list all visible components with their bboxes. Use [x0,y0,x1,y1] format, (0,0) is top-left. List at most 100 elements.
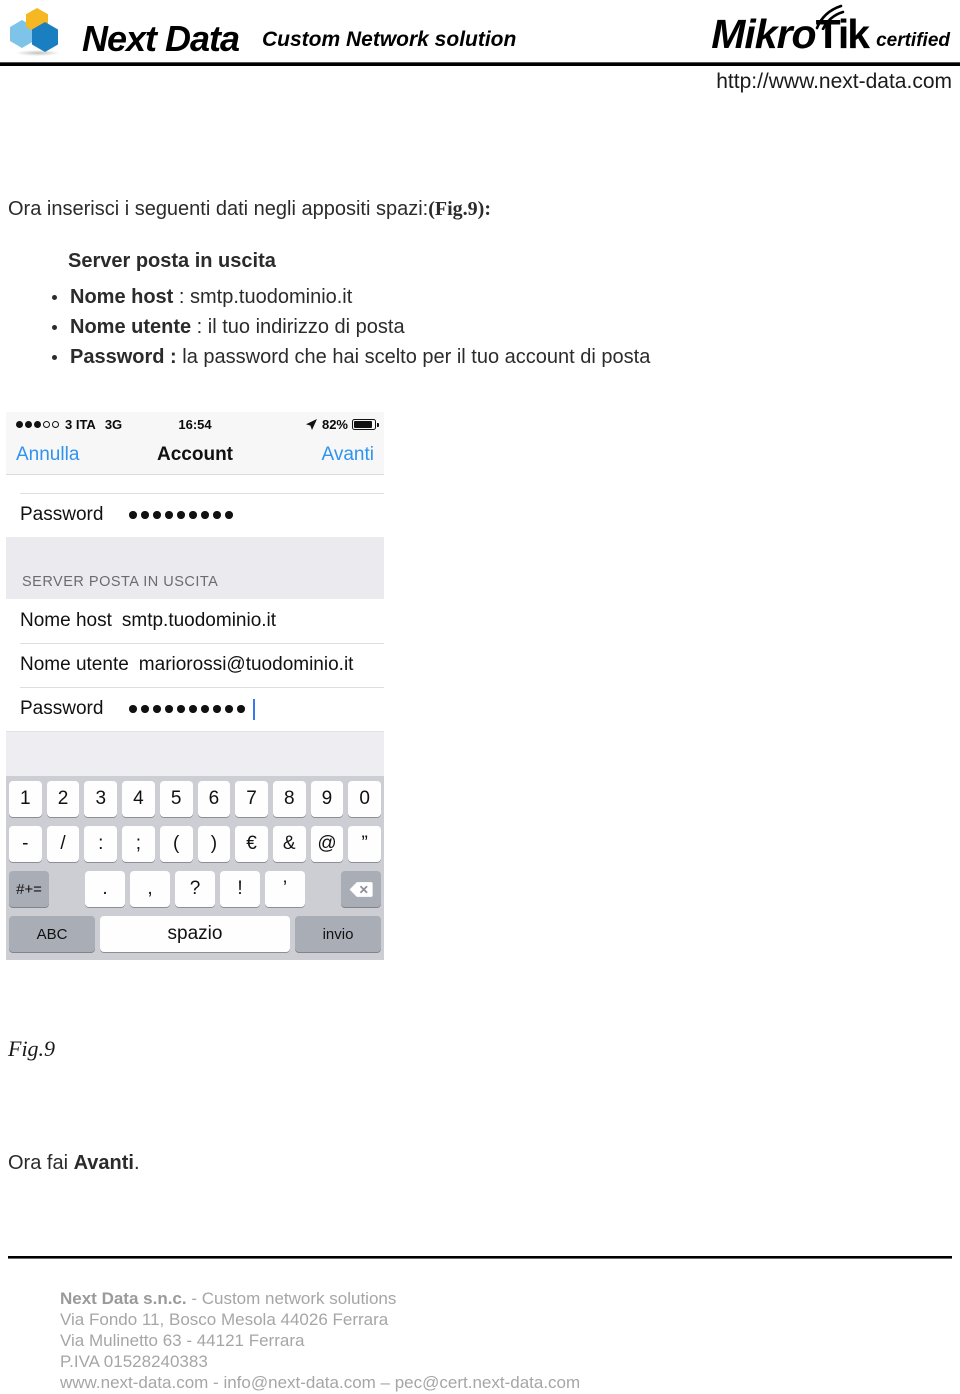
key-1[interactable]: 1 [8,781,42,817]
closing-suffix: . [133,1152,140,1174]
section-header-outgoing-server: SERVER POSTA IN USCITA [6,537,384,599]
key-paren-close[interactable]: ) [197,826,231,862]
brand-tagline: Custom Network solution [262,28,517,51]
closing-bold: Avanti [73,1152,134,1174]
closing-paragraph: Ora fai Avanti. [8,1152,140,1175]
next-data-logo-icon [8,6,68,62]
footer-address-1: Via Fondo 11, Bosco Mesola 44026 Ferrara [60,1310,389,1329]
bullet-label: Password : [70,346,177,368]
key-hyphen[interactable]: - [8,826,42,862]
outgoing-password-label: Password [20,698,104,719]
key-7[interactable]: 7 [235,781,268,817]
key-9[interactable]: 9 [310,781,344,817]
instruction-section-title: Server posta in uscita [68,250,276,272]
bullet-label: Nome utente [70,316,192,338]
bullet-value: il tuo indirizzo di posta [207,316,405,338]
hostname-label: Nome host [20,610,112,631]
backspace-glyph [349,881,373,897]
incoming-password-row[interactable]: Password [6,493,384,537]
logo-shadow [16,50,60,56]
key-8[interactable]: 8 [272,781,306,817]
bullet-value: la password che hai scelto per il tuo ac… [182,346,651,368]
clipped-username-row[interactable]: Nome utente mario@tuodominio.it [6,475,384,493]
wifi-arcs-icon [815,4,845,30]
hostname-row[interactable]: Nome host smtp.tuodominio.it [6,599,384,643]
keyboard-suggestion-bar[interactable] [6,731,384,776]
mikrotik-word-mikro: Mikro [711,11,816,57]
figure-caption: Fig.9 [8,1036,56,1061]
keyboard-row-punctuation: #+= . , ? ! ’ [9,871,381,907]
key-apostrophe[interactable]: ’ [265,871,305,907]
key-period[interactable]: . [85,871,125,907]
intro-text: Ora inserisci i seguenti dati negli appo… [8,198,429,220]
bullet-separator: : [191,316,208,338]
page-title: Account [157,444,233,465]
bullet-value: smtp.tuodominio.it [190,286,353,308]
footer-company-line: Next Data s.n.c. - Custom network soluti… [60,1288,580,1309]
key-paren-open[interactable]: ( [159,826,193,862]
bullet-separator: : [173,286,191,308]
key-comma[interactable]: , [130,871,170,907]
closing-prefix: Ora fai [8,1152,74,1174]
key-ampersand[interactable]: & [272,826,306,862]
username-value[interactable]: mariorossi@tuodominio.it [139,654,354,676]
username-label: Nome utente [20,654,129,675]
backspace-icon[interactable] [341,871,381,907]
list-item: Password : la password che hai scelto pe… [48,342,650,372]
on-screen-keyboard[interactable]: 1 2 3 4 5 6 7 8 9 0 - / : ; ( ) € & @ ” … [6,776,384,960]
key-2[interactable]: 2 [46,781,80,817]
intro-fig-reference: (Fig.9): [428,198,491,220]
key-6[interactable]: 6 [197,781,231,817]
text-cursor [253,698,256,720]
list-item: Nome utente : il tuo indirizzo di posta [48,312,650,342]
key-more-symbols[interactable]: #+= [9,871,49,907]
key-4[interactable]: 4 [122,781,155,817]
list-item: Nome host : smtp.tuodominio.it [48,282,650,312]
key-colon[interactable]: : [84,826,118,862]
keyboard-row-symbols: - / : ; ( ) € & @ ” [8,826,382,862]
page-footer: Next Data s.n.c. - Custom network soluti… [60,1288,580,1393]
key-enter[interactable]: invio [295,916,381,952]
location-arrow-icon [305,418,317,430]
incoming-password-dots [129,511,233,519]
status-bar: 3 ITA 3G 16:54 82% [6,412,384,436]
status-bar-right: 82% [305,416,379,432]
keyboard-row-bottom: ABC spazio invio [9,916,381,952]
key-question[interactable]: ? [175,871,215,907]
bullet-label: Nome host [70,286,174,308]
footer-vat: P.IVA 01528240383 [60,1352,208,1371]
page-header: Next Data Custom Network solution MikroT… [0,0,960,100]
key-quote[interactable]: ” [348,826,382,862]
mikrotik-certified-label: certified [876,30,950,51]
key-space[interactable]: spazio [100,916,290,952]
navigation-bar: Annulla Account Avanti [6,436,384,475]
battery-percent: 82% [321,416,348,432]
incoming-password-label: Password [20,504,104,525]
brand-name: Next Data [82,18,240,59]
username-row[interactable]: Nome utente mariorossi@tuodominio.it [6,643,384,687]
footer-company-suffix: - Custom network solutions [186,1289,397,1308]
mikrotik-wordmark: MikroTik [711,4,870,57]
key-euro[interactable]: € [235,826,268,862]
header-url: http://www.next-data.com [716,70,952,93]
footer-contacts: www.next-data.com - info@next-data.com –… [60,1373,581,1392]
key-abc[interactable]: ABC [9,916,95,952]
battery-icon [352,418,379,430]
key-5[interactable]: 5 [159,781,193,817]
header-divider [0,62,960,66]
footer-divider [8,1256,952,1259]
outgoing-password-row[interactable]: Password [6,687,384,731]
key-0[interactable]: 0 [348,781,382,817]
key-slash[interactable]: / [46,826,80,862]
key-3[interactable]: 3 [84,781,118,817]
key-exclamation[interactable]: ! [220,871,260,907]
intro-paragraph: Ora inserisci i seguenti dati negli appo… [8,198,491,221]
outgoing-password-dots[interactable] [129,698,256,720]
key-semicolon[interactable]: ; [122,826,155,862]
hostname-value[interactable]: smtp.tuodominio.it [122,610,276,632]
footer-address-2: Via Mulinetto 63 - 44121 Ferrara [60,1331,305,1350]
keyboard-row-numbers: 1 2 3 4 5 6 7 8 9 0 [8,781,382,817]
section-header-label: SERVER POSTA IN USCITA [22,574,219,590]
footer-company-name: Next Data s.n.c. [60,1289,187,1308]
key-at[interactable]: @ [310,826,344,862]
